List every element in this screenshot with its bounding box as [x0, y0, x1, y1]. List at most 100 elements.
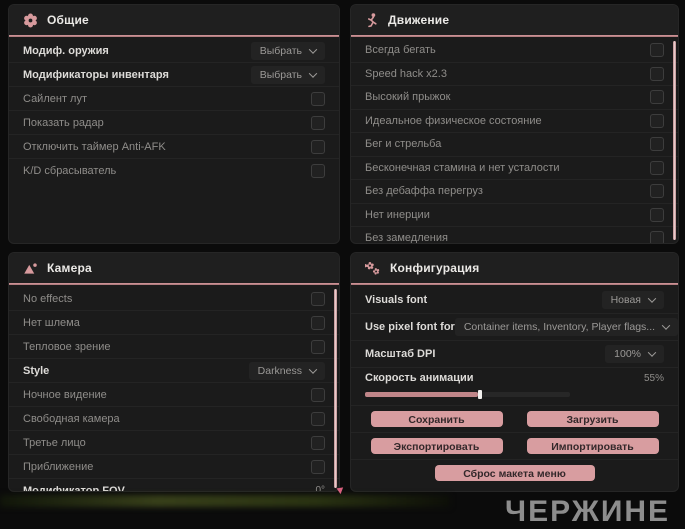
- checkbox[interactable]: [650, 66, 664, 81]
- checkbox[interactable]: [650, 43, 664, 58]
- background-watermark-text: ЧЕРЖИНЕ: [505, 495, 671, 528]
- toggle-row-infinite-stamina[interactable]: Бесконечная стамина и нет усталости: [351, 155, 678, 180]
- row-label: Visuals font: [365, 294, 428, 306]
- weapon-mod-dropdown[interactable]: Выбрать: [250, 41, 325, 60]
- row-label: Приближение: [23, 460, 94, 473]
- panel-title: Конфигурация: [390, 261, 480, 275]
- export-button[interactable]: Экспортировать: [370, 438, 503, 454]
- save-button[interactable]: Сохранить: [370, 411, 503, 427]
- animation-speed-slider[interactable]: [365, 390, 570, 399]
- slider-row-fov-modifier: Модификатор FOV 0°: [9, 478, 339, 492]
- toggle-row-speed-hack[interactable]: Speed hack x2.3: [351, 61, 678, 86]
- row-label: Speed hack x2.3: [365, 67, 447, 80]
- toggle-row-no-inertia[interactable]: Нет инерции: [351, 202, 678, 227]
- toggle-row-thermal-vision[interactable]: Тепловое зрение: [9, 334, 339, 358]
- toggle-row-no-overload-debuff[interactable]: Без дебаффа перегруз: [351, 179, 678, 203]
- row-label: Бег и стрельба: [365, 138, 442, 151]
- toggle-row-anti-afk[interactable]: Отключить таймер Anti-AFK: [9, 134, 339, 158]
- checkbox[interactable]: [650, 160, 664, 175]
- dropdown-row-pixel-font: Use pixel font for Container items, Inve…: [351, 313, 678, 340]
- toggle-row-silent-loot[interactable]: Сайлент лут: [9, 86, 339, 110]
- import-button[interactable]: Импортировать: [526, 438, 659, 454]
- dpi-scale-dropdown[interactable]: 100%: [605, 345, 664, 363]
- chevron-down-icon: [661, 321, 671, 330]
- toggle-row-zoom[interactable]: Приближение: [9, 454, 339, 478]
- row-label: Показать радар: [23, 116, 104, 129]
- checkbox[interactable]: [311, 435, 325, 450]
- checkbox[interactable]: [311, 387, 325, 402]
- toggle-row-night-vision[interactable]: Ночное видение: [9, 382, 339, 406]
- slider-handle[interactable]: [477, 390, 482, 399]
- panel-title: Движение: [388, 13, 450, 27]
- toggle-row-high-jump[interactable]: Высокий прыжок: [351, 85, 678, 109]
- toggle-row-run-and-shoot[interactable]: Бег и стрельба: [351, 132, 678, 156]
- toggle-row-third-person[interactable]: Третье лицо: [9, 430, 339, 454]
- slider-row-animation-speed: Скорость анимации 55%: [351, 367, 678, 388]
- checkbox[interactable]: [650, 113, 664, 128]
- row-label: Скорость анимации: [365, 372, 474, 384]
- vertical-scrollbar[interactable]: [334, 289, 337, 488]
- row-label: Без дебаффа перегруз: [365, 185, 483, 198]
- button-row-save-load: Сохранить Загрузить: [351, 405, 678, 432]
- row-label: Модиф. оружия: [23, 44, 109, 57]
- row-label: Без замедления: [365, 232, 448, 244]
- chevron-down-icon: [308, 364, 318, 374]
- vertical-scrollbar[interactable]: [673, 41, 676, 240]
- toggle-row-kd-reset[interactable]: K/D сбрасыватель: [9, 158, 339, 182]
- checkbox[interactable]: [650, 90, 664, 105]
- checkbox[interactable]: [650, 137, 664, 152]
- style-dropdown[interactable]: Darkness: [248, 361, 325, 380]
- runner-icon: [365, 12, 379, 28]
- toggle-row-show-radar[interactable]: Показать радар: [9, 110, 339, 134]
- button-row-export-import: Экспортировать Импортировать: [351, 432, 678, 459]
- dropdown-row-visuals-font: Visuals font Новая: [351, 287, 678, 313]
- dropdown-value: Darkness: [257, 364, 302, 377]
- checkbox[interactable]: [311, 315, 325, 330]
- flower-gear-icon: [23, 13, 38, 28]
- chevron-down-icon: [308, 68, 318, 78]
- row-label: Модификатор FOV: [23, 484, 125, 492]
- toggle-row-free-camera[interactable]: Свободная камера: [9, 406, 339, 430]
- toggle-row-no-helmet[interactable]: Нет шлема: [9, 310, 339, 334]
- checkbox[interactable]: [311, 339, 325, 354]
- toggle-row-no-slowdown[interactable]: Без замедления: [351, 226, 678, 244]
- checkbox[interactable]: [650, 184, 664, 199]
- toggle-row-always-run[interactable]: Всегда бегать: [351, 39, 678, 62]
- row-label: Масштаб DPI: [365, 348, 436, 360]
- checkbox[interactable]: [311, 459, 325, 474]
- panel-config: Конфигурация Visuals font Новая Use pixe…: [350, 252, 679, 492]
- chevron-down-icon: [647, 294, 657, 303]
- image-mountain-icon: [23, 261, 38, 275]
- slider-fill: [365, 392, 478, 397]
- visuals-font-dropdown[interactable]: Новая: [601, 291, 664, 309]
- load-button[interactable]: Загрузить: [526, 411, 659, 427]
- checkbox[interactable]: [311, 411, 325, 426]
- gears-icon: [365, 261, 381, 276]
- checkbox[interactable]: [311, 139, 325, 154]
- game-background-strip: [0, 495, 450, 507]
- checkbox[interactable]: [311, 91, 325, 106]
- reset-menu-layout-button[interactable]: Сброс макета меню: [434, 465, 595, 481]
- dropdown-value: Новая: [610, 294, 641, 306]
- panel-movement-header: Движение: [351, 5, 678, 35]
- dropdown-value: 100%: [614, 348, 641, 360]
- row-label: Ночное видение: [23, 388, 107, 401]
- row-label: Use pixel font for: [365, 321, 455, 333]
- inventory-mods-dropdown[interactable]: Выбрать: [250, 65, 325, 84]
- dropdown-value: Выбрать: [259, 68, 302, 81]
- dropdown-row-style: Style Darkness: [9, 358, 339, 382]
- chevron-down-icon: [647, 348, 657, 357]
- checkbox[interactable]: [311, 115, 325, 130]
- checkbox[interactable]: [311, 291, 325, 306]
- pink-cursor-artifact: [336, 484, 346, 495]
- row-label: Нет инерции: [365, 208, 430, 221]
- pixel-font-dropdown[interactable]: Container items, Inventory, Player flags…: [454, 318, 678, 336]
- row-label: Идеальное физическое состояние: [365, 114, 542, 127]
- toggle-row-perfect-condition[interactable]: Идеальное физическое состояние: [351, 108, 678, 133]
- checkbox[interactable]: [650, 231, 664, 243]
- checkbox[interactable]: [311, 163, 325, 178]
- checkbox[interactable]: [650, 207, 664, 222]
- dropdown-value: Container items, Inventory, Player flags…: [463, 321, 656, 333]
- row-label: Высокий прыжок: [365, 91, 451, 104]
- toggle-row-no-effects[interactable]: No effects: [9, 287, 339, 310]
